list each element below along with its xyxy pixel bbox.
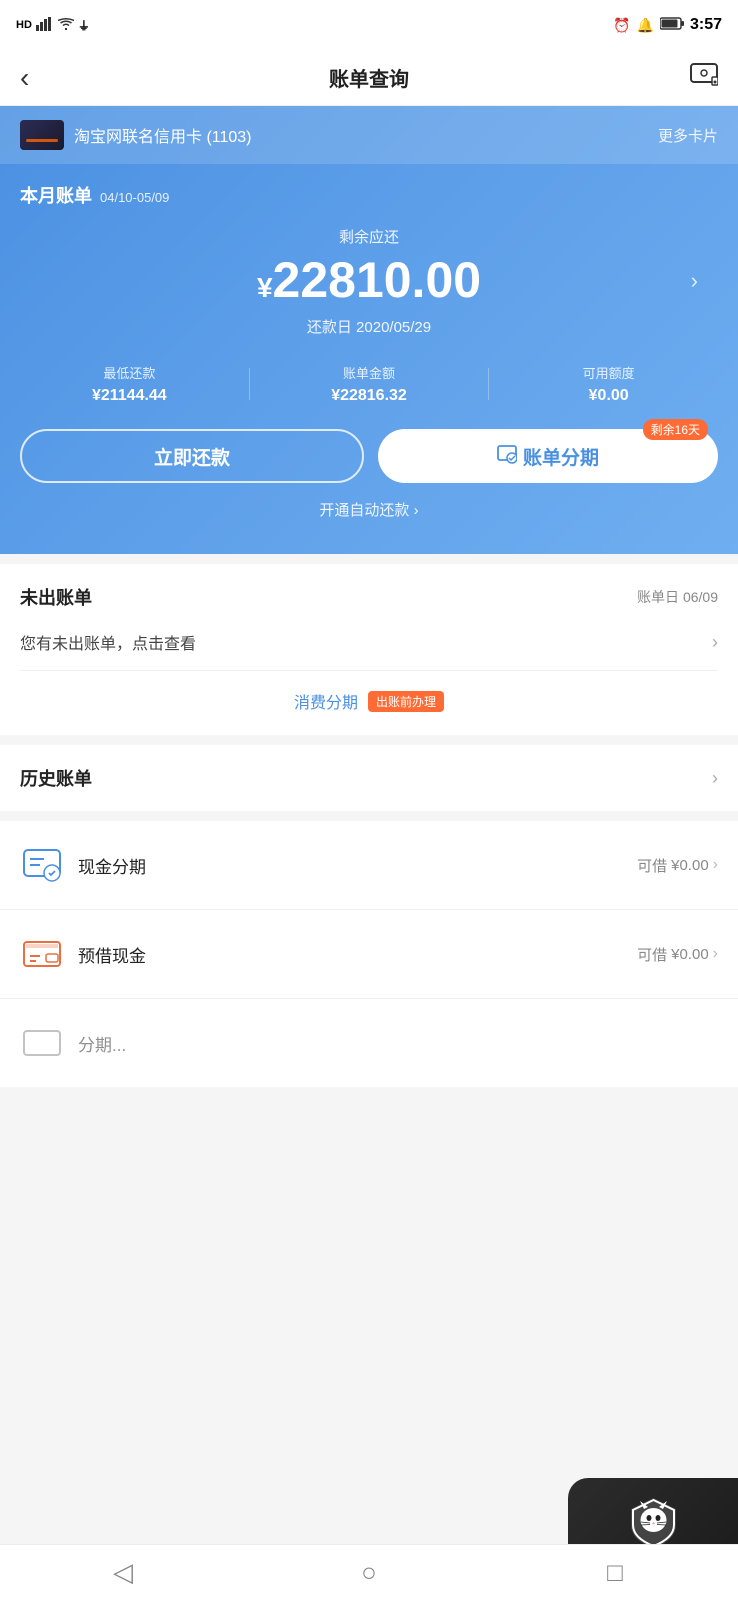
stat-min-repay: 最低还款 ¥21144.44 bbox=[10, 363, 249, 405]
cash-installment-label: 现金分期 bbox=[78, 853, 637, 878]
wifi-icon bbox=[58, 18, 74, 33]
signal-icon bbox=[36, 17, 54, 34]
amount-arrow-icon[interactable]: › bbox=[691, 268, 698, 294]
more-cards-button[interactable]: 更多卡片 bbox=[658, 125, 718, 146]
settings-icon[interactable] bbox=[690, 63, 718, 93]
installment-label: 账单分期 bbox=[523, 443, 599, 470]
status-left: HD ⏚ bbox=[16, 17, 90, 34]
stat-bill-value: ¥22816.32 bbox=[250, 387, 489, 405]
feature-section: 现金分期 可借 ¥0.00 › 预借现金 可借 ¥0.00 › bbox=[0, 821, 738, 1087]
other-feature-item[interactable]: 分期... bbox=[0, 999, 738, 1087]
consumer-installment-link[interactable]: 消费分期 bbox=[294, 689, 358, 713]
hd-icon: HD bbox=[16, 19, 32, 31]
page-header: ‹ 账单查询 bbox=[0, 50, 738, 106]
advance-cash-label: 预借现金 bbox=[78, 942, 637, 967]
battery-icon bbox=[660, 17, 684, 33]
bill-header: 本月账单 04/10-05/09 bbox=[0, 164, 738, 216]
stat-avail-label: 可用额度 bbox=[489, 363, 728, 382]
card-section: 淘宝网联名信用卡 (1103) 更多卡片 本月账单 04/10-05/09 剩余… bbox=[0, 106, 738, 554]
card-info: 淘宝网联名信用卡 (1103) bbox=[20, 120, 252, 150]
pending-date: 账单日 06/09 bbox=[637, 587, 718, 607]
bill-title: 本月账单 bbox=[20, 182, 92, 208]
advance-cash-item[interactable]: 预借现金 可借 ¥0.00 › bbox=[0, 910, 738, 999]
nav-back-button[interactable]: ◁ bbox=[0, 1557, 246, 1588]
status-right: ⏰ 🔔 3:57 bbox=[613, 16, 722, 34]
consumer-installment: 消费分期 出账前办理 bbox=[20, 671, 718, 717]
repay-now-button[interactable]: 立即还款 bbox=[20, 429, 364, 483]
cash-installment-right: 可借 ¥0.00 › bbox=[637, 855, 718, 876]
amount-section: 剩余应还 ¥22810.00 › 还款日 2020/05/29 bbox=[0, 216, 738, 343]
history-section[interactable]: 历史账单 › bbox=[0, 745, 738, 811]
card-name: 淘宝网联名信用卡 (1103) bbox=[74, 123, 252, 147]
auto-repay-link[interactable]: 开通自动还款 › bbox=[0, 493, 738, 524]
amount-row: ¥22810.00 › bbox=[20, 253, 718, 308]
pending-link-arrow-icon: › bbox=[712, 632, 718, 653]
history-arrow-icon: › bbox=[712, 768, 718, 789]
pending-header: 未出账单 账单日 06/09 bbox=[20, 584, 718, 610]
stat-bill-label: 账单金额 bbox=[250, 363, 489, 382]
advance-cash-right: 可借 ¥0.00 › bbox=[637, 944, 718, 965]
buttons-row: 立即还款 剩余16天 账单分期 bbox=[0, 415, 738, 493]
consumer-badge: 出账前办理 bbox=[368, 691, 444, 712]
nav-menu-button[interactable]: □ bbox=[492, 1557, 738, 1588]
cash-installment-right-value: ¥0.00 bbox=[671, 857, 709, 874]
time-display: 3:57 bbox=[690, 16, 722, 34]
due-date: 还款日 2020/05/29 bbox=[20, 316, 718, 337]
amount-label: 剩余应还 bbox=[20, 226, 718, 247]
card-selector[interactable]: 淘宝网联名信用卡 (1103) 更多卡片 bbox=[0, 106, 738, 164]
amount-value: ¥22810.00 bbox=[257, 253, 481, 308]
pending-section: 未出账单 账单日 06/09 您有未出账单，点击查看 › 消费分期 出账前办理 bbox=[0, 564, 738, 735]
cash-installment-right-label: 可借 bbox=[637, 855, 667, 876]
advance-cash-right-label: 可借 bbox=[637, 944, 667, 965]
page-title: 账单查询 bbox=[329, 63, 409, 92]
cash-installment-icon bbox=[20, 843, 64, 887]
nav-home-button[interactable]: ○ bbox=[246, 1557, 492, 1588]
cash-installment-item[interactable]: 现金分期 可借 ¥0.00 › bbox=[0, 821, 738, 910]
bill-period: 04/10-05/09 bbox=[100, 190, 169, 205]
status-bar: HD ⏚ ⏰ 🔔 bbox=[0, 0, 738, 50]
stat-min-value: ¥21144.44 bbox=[10, 387, 249, 405]
bell-icon: 🔔 bbox=[637, 17, 654, 34]
installment-badge: 剩余16天 bbox=[643, 419, 708, 440]
stat-bill-amount: 账单金额 ¥22816.32 bbox=[250, 363, 489, 405]
pending-link[interactable]: 您有未出账单，点击查看 › bbox=[20, 624, 718, 671]
stat-avail-value: ¥0.00 bbox=[489, 387, 728, 405]
amount-currency: ¥ bbox=[257, 272, 273, 303]
advance-cash-icon bbox=[20, 932, 64, 976]
other-feature-label: 分期... bbox=[78, 1031, 718, 1056]
card-thumbnail bbox=[20, 120, 64, 150]
back-button[interactable]: ‹ bbox=[20, 62, 29, 94]
stats-row: 最低还款 ¥21144.44 账单金额 ¥22816.32 可用额度 ¥0.00 bbox=[0, 343, 738, 415]
installment-wrapper: 剩余16天 账单分期 bbox=[378, 429, 718, 483]
auto-repay-text: 开通自动还款 › bbox=[319, 499, 418, 520]
advance-cash-right-value: ¥0.00 bbox=[671, 946, 709, 963]
pending-title: 未出账单 bbox=[20, 584, 92, 610]
installment-icon bbox=[497, 444, 517, 469]
advance-cash-arrow-icon: › bbox=[713, 945, 718, 963]
pending-link-text: 您有未出账单，点击查看 bbox=[20, 630, 196, 654]
stat-available: 可用额度 ¥0.00 bbox=[489, 363, 728, 405]
usb-icon: ⏚ bbox=[78, 17, 90, 34]
black-cat-icon bbox=[626, 1495, 681, 1550]
card-thumbnail-inner bbox=[20, 120, 64, 150]
cash-installment-arrow-icon: › bbox=[713, 856, 718, 874]
other-feature-icon bbox=[20, 1021, 64, 1065]
card-thumbnail-stripe bbox=[26, 139, 58, 142]
amount-number: 22810.00 bbox=[273, 252, 482, 308]
nav-bar: ◁ ○ □ bbox=[0, 1544, 738, 1600]
alarm-icon: ⏰ bbox=[613, 17, 630, 34]
history-title: 历史账单 bbox=[20, 765, 92, 791]
stat-min-label: 最低还款 bbox=[10, 363, 249, 382]
